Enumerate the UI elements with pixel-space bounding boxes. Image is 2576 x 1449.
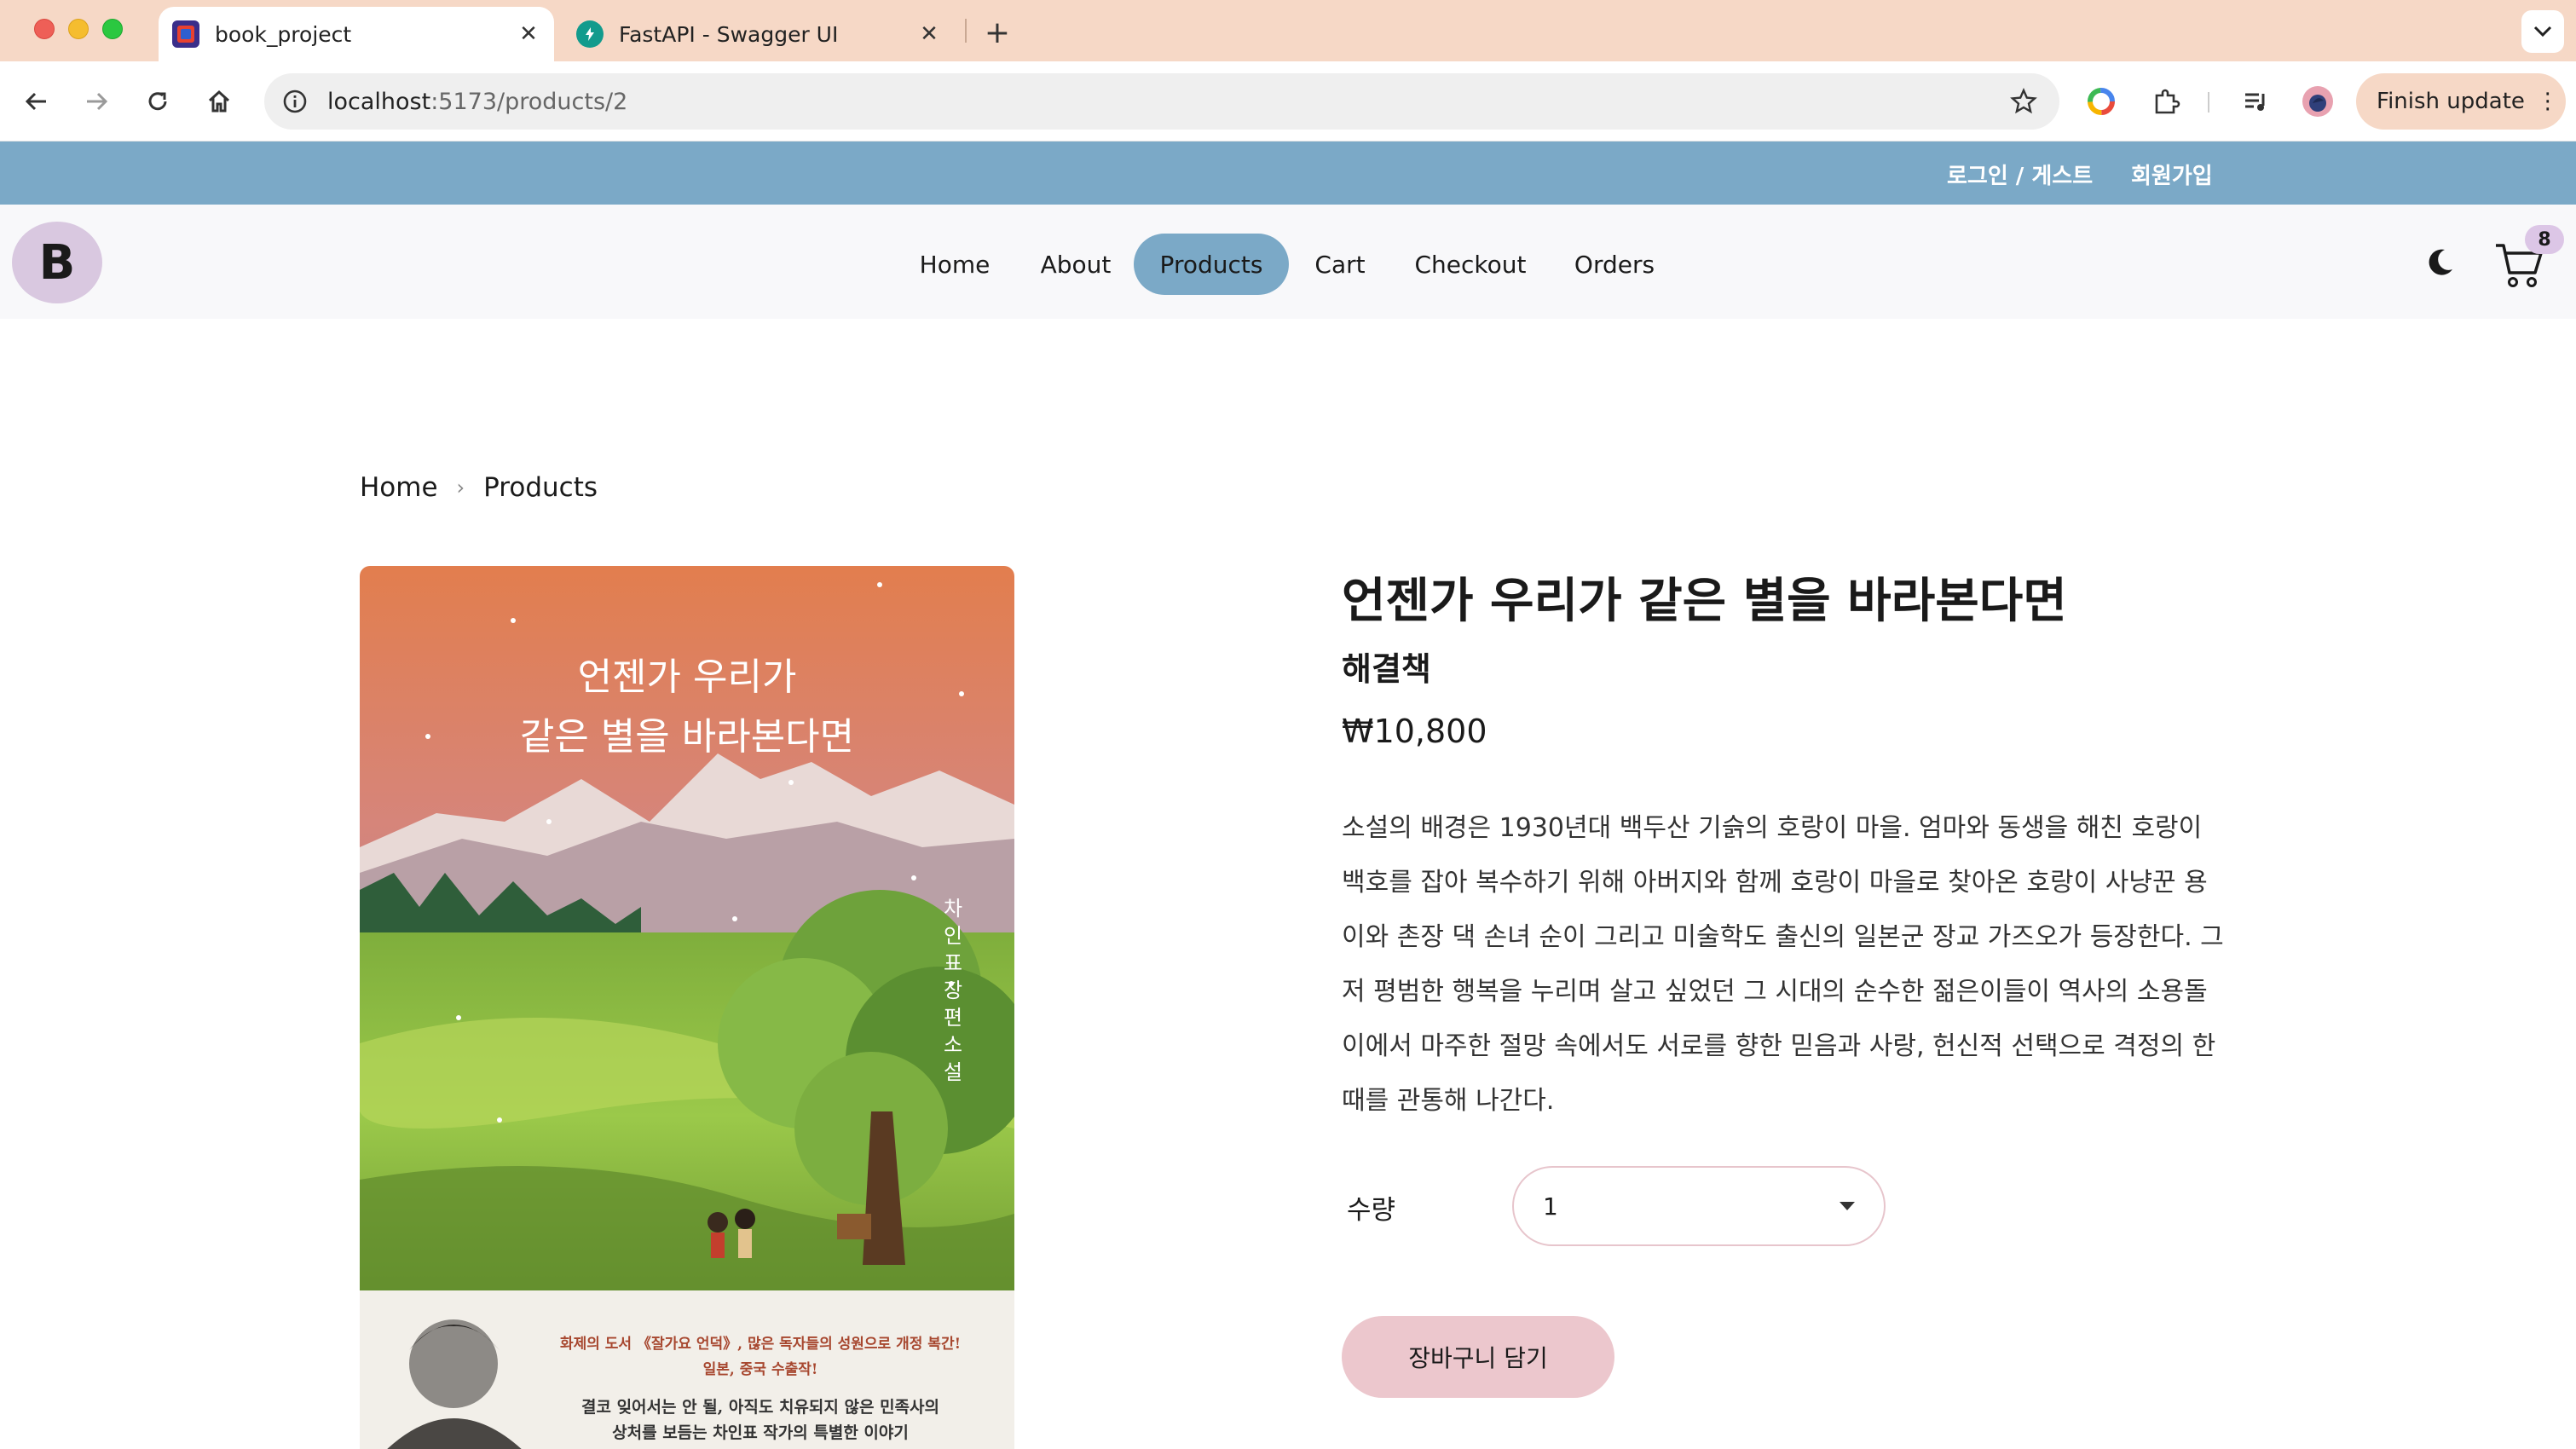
nav-home[interactable]: Home: [905, 234, 1004, 295]
product-author: 해결책: [1342, 650, 1431, 688]
nav-orders[interactable]: Orders: [1563, 234, 1666, 295]
new-tab-icon[interactable]: +: [977, 12, 1018, 53]
window-close-button[interactable]: [34, 19, 55, 39]
browser-tab-bar: book_project ✕ FastAPI - Swagger UI ✕ +: [0, 0, 2576, 61]
nav-cart[interactable]: Cart: [1301, 234, 1379, 295]
product-description: 소설의 배경은 1930년대 백두산 기슭의 호랑이 마을. 엄마와 동생을 해…: [1342, 813, 2224, 1116]
tab-fastapi-swagger[interactable]: FastAPI - Swagger UI ✕: [563, 7, 955, 61]
quantity-label: 수량: [1347, 1195, 1396, 1226]
product-cover-image: 언젠가 우리가 같은 별을 바라본다면: [360, 566, 1014, 1449]
window-zoom-button[interactable]: [102, 19, 123, 39]
nav-checkout[interactable]: Checkout: [1398, 234, 1543, 295]
url-path: :5173/products/2: [430, 88, 628, 115]
extensions-puzzle-icon[interactable]: [2146, 82, 2186, 121]
home-icon[interactable]: [198, 80, 240, 123]
browser-toolbar: localhost:5173/products/2 Finish update …: [0, 61, 2576, 141]
site-logo[interactable]: B: [12, 222, 102, 303]
cover-description-line2: 상처를 보듬는 차인표 작가의 특별한 이야기: [612, 1423, 909, 1442]
url-text: localhost:5173/products/2: [327, 89, 2005, 115]
cover-title-line2: 같은 별을 바라본다면: [519, 715, 855, 759]
address-bar[interactable]: localhost:5173/products/2: [264, 73, 2059, 130]
bookmark-star-icon[interactable]: [2005, 83, 2042, 120]
cart-count-badge: 8: [2525, 225, 2564, 254]
product-title: 언젠가 우리가 같은 별을 바라본다면: [1342, 574, 2067, 629]
login-guest-link[interactable]: 로그인 / 게스트: [1947, 159, 2093, 190]
cover-description-line1: 결코 잊어서는 안 될, 아직도 치유되지 않은 민족사의: [581, 1398, 939, 1417]
reload-icon[interactable]: [136, 80, 179, 123]
quantity-select[interactable]: 1: [1512, 1166, 1886, 1246]
author-portrait-icon: [387, 1319, 522, 1449]
signup-link[interactable]: 회원가입: [2131, 159, 2213, 190]
cover-title-line1: 언젠가 우리가: [577, 655, 797, 699]
cover-tagline: 화제의 도서 《잘가요 언덕》, 많은 독자들의 성원으로 개정 복간! 일본,…: [522, 1331, 999, 1383]
back-icon[interactable]: [15, 80, 58, 123]
site-navbar: B Home About Products Cart Checkout Orde…: [0, 205, 2576, 319]
nav-about[interactable]: About: [1023, 234, 1129, 295]
cover-tagline-line1: 화제의 도서 《잘가요 언덕》, 많은 독자들의 성원으로 개정 복간!: [559, 1336, 962, 1353]
breadcrumb-home[interactable]: Home: [360, 472, 438, 503]
book-project-favicon-icon: [172, 20, 199, 48]
site-info-icon[interactable]: [280, 86, 310, 117]
close-tab-icon[interactable]: ✕: [912, 17, 946, 51]
add-to-cart-button[interactable]: 장바구니 담기: [1342, 1316, 1614, 1398]
fastapi-favicon-icon: [576, 20, 604, 48]
window-minimize-button[interactable]: [68, 19, 89, 39]
cover-title: 언젠가 우리가 같은 별을 바라본다면: [360, 648, 1014, 767]
finish-update-label: Finish update: [2377, 89, 2525, 114]
product-price: ₩10,800: [1342, 713, 1487, 750]
dropdown-caret-icon: [1840, 1202, 1855, 1210]
more-options-icon[interactable]: ⋮: [2537, 89, 2559, 114]
profile-avatar-icon[interactable]: [2298, 82, 2337, 121]
dark-mode-moon-icon[interactable]: [2417, 240, 2462, 285]
tab-book-project[interactable]: book_project ✕: [159, 7, 554, 61]
site-top-strip: 로그인 / 게스트 회원가입: [0, 141, 2576, 205]
breadcrumb: Home › Products: [360, 472, 598, 503]
tab-search-chevron-icon[interactable]: [2521, 10, 2564, 53]
breadcrumb-chevron-icon: ›: [456, 476, 465, 499]
media-controls-icon[interactable]: [2237, 82, 2276, 121]
tab-title: book_project: [215, 21, 352, 47]
finish-update-button[interactable]: Finish update ⋮: [2356, 73, 2566, 130]
close-tab-icon[interactable]: ✕: [511, 17, 546, 51]
forward-icon[interactable]: [75, 80, 118, 123]
breadcrumb-products[interactable]: Products: [483, 472, 598, 503]
nav-products[interactable]: Products: [1134, 234, 1289, 295]
color-extension-icon[interactable]: [2082, 82, 2121, 121]
cover-author-vertical: 차인표 장편소설: [943, 897, 963, 1084]
quantity-value: 1: [1543, 1192, 1558, 1221]
tab-title: FastAPI - Swagger UI: [619, 21, 839, 47]
cover-tagline-line2: 일본, 중국 수출작!: [702, 1361, 818, 1378]
cover-description: 결코 잊어서는 안 될, 아직도 치유되지 않은 민족사의 상처를 보듬는 차인…: [522, 1394, 999, 1446]
toolbar-separator: [2208, 92, 2209, 113]
url-host: localhost: [327, 88, 431, 115]
tab-divider: [965, 19, 967, 43]
